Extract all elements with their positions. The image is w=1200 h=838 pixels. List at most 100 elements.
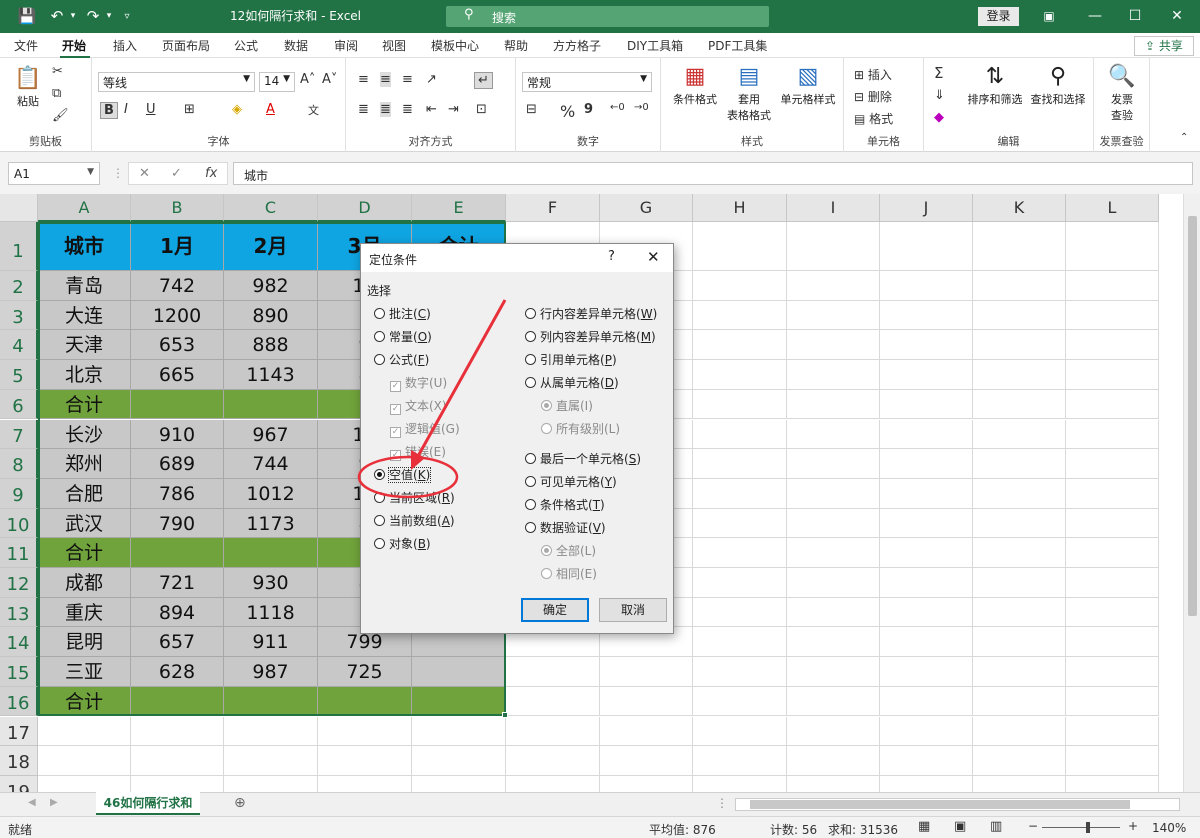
table-cell[interactable]: 930 (224, 568, 318, 598)
table-cell[interactable] (880, 538, 973, 568)
table-cell[interactable] (131, 538, 224, 568)
column-header-d[interactable]: D (318, 194, 412, 222)
clear-icon[interactable]: ◆ (934, 110, 944, 125)
table-cell[interactable]: 987 (224, 657, 318, 687)
table-cell[interactable] (787, 360, 880, 390)
maximize-icon[interactable]: ☐ (1112, 0, 1158, 33)
table-cell[interactable] (693, 389, 787, 420)
table-cell[interactable] (880, 271, 973, 301)
table-header-cell[interactable] (1066, 222, 1159, 271)
table-cell[interactable] (787, 389, 880, 420)
table-cell[interactable] (973, 716, 1066, 747)
align-middle-icon[interactable]: ≡ (380, 72, 391, 87)
table-cell[interactable] (880, 419, 973, 450)
table-cell[interactable] (973, 597, 1066, 628)
table-cell[interactable]: 982 (224, 271, 318, 301)
table-cell[interactable] (600, 657, 693, 687)
comma-style-icon[interactable]: 9 (584, 102, 593, 117)
table-cell[interactable]: 合计 (38, 389, 131, 420)
radio-option[interactable]: 批注(C) (374, 306, 431, 323)
table-cell[interactable] (880, 478, 973, 509)
table-cell[interactable]: 青岛 (38, 271, 131, 301)
align-bottom-icon[interactable]: ≡ (402, 72, 413, 87)
table-cell[interactable] (693, 300, 787, 331)
save-icon[interactable]: 💾 (14, 0, 40, 33)
table-cell[interactable] (880, 627, 973, 658)
row-header-18[interactable]: 18 (0, 746, 38, 776)
delete-cells-button[interactable]: ⊟ 删除 (854, 88, 892, 105)
table-cell[interactable] (600, 746, 693, 776)
table-cell[interactable]: 合肥 (38, 478, 131, 509)
zoom-in-icon[interactable]: + (1128, 819, 1138, 833)
table-cell[interactable] (880, 508, 973, 539)
table-cell[interactable]: 天津 (38, 330, 131, 361)
table-cell[interactable]: 昆明 (38, 627, 131, 658)
customize-quick-access-icon[interactable]: ▿ (114, 0, 140, 33)
row-header-7[interactable]: 7 (0, 419, 38, 450)
table-cell[interactable] (693, 330, 787, 361)
row-header-16[interactable]: 16 (0, 686, 38, 717)
table-cell[interactable]: 长沙 (38, 419, 131, 450)
bold-icon[interactable]: B (100, 102, 118, 119)
table-cell[interactable] (1066, 360, 1159, 390)
table-cell[interactable] (1066, 716, 1159, 747)
table-cell[interactable] (973, 538, 1066, 568)
table-cell[interactable] (1066, 597, 1159, 628)
table-cell[interactable] (1066, 300, 1159, 331)
drag-handle-icon[interactable]: ⋮ (716, 796, 728, 810)
percent-icon[interactable]: % (560, 102, 575, 121)
table-cell[interactable] (1066, 449, 1159, 479)
radio-option[interactable]: 引用单元格(P) (525, 352, 617, 369)
table-cell[interactable]: 北京 (38, 360, 131, 390)
table-cell[interactable]: 郑州 (38, 449, 131, 479)
table-cell[interactable] (693, 568, 787, 598)
table-cell[interactable] (787, 449, 880, 479)
table-cell[interactable] (1066, 538, 1159, 568)
horizontal-scrollbar[interactable] (735, 798, 1180, 811)
table-cell[interactable] (600, 775, 693, 792)
row-header-5[interactable]: 5 (0, 360, 38, 390)
table-header-cell[interactable]: 1月 (131, 222, 224, 271)
row-header-10[interactable]: 10 (0, 508, 38, 539)
table-cell[interactable]: 665 (131, 360, 224, 390)
table-cell[interactable] (1066, 568, 1159, 598)
table-cell[interactable] (318, 716, 412, 747)
conditional-format-button[interactable]: ▦ 条件格式 (667, 64, 723, 107)
table-cell[interactable] (787, 300, 880, 331)
table-cell[interactable] (600, 686, 693, 717)
radio-option[interactable]: 从属单元格(D) (525, 375, 619, 392)
paste-button[interactable]: 📋 粘贴 (12, 66, 44, 109)
table-cell[interactable] (973, 746, 1066, 776)
row-header-8[interactable]: 8 (0, 449, 38, 479)
table-cell[interactable]: 786 (131, 478, 224, 509)
table-cell[interactable] (880, 568, 973, 598)
next-sheet-icon[interactable]: ▶ (50, 797, 58, 808)
table-cell[interactable] (693, 627, 787, 658)
table-header-cell[interactable]: 城市 (38, 222, 131, 271)
table-cell[interactable]: 725 (318, 657, 412, 687)
table-cell[interactable] (412, 686, 506, 717)
table-cell[interactable] (693, 775, 787, 792)
number-format-select[interactable]: 常规 ▼ (522, 72, 652, 92)
table-cell[interactable] (38, 746, 131, 776)
increase-decimal-icon[interactable]: ←0 (610, 102, 625, 113)
table-cell[interactable] (318, 686, 412, 717)
decrease-indent-icon[interactable]: ⇤ (426, 102, 437, 117)
table-cell[interactable] (1066, 746, 1159, 776)
table-cell[interactable] (1066, 775, 1159, 792)
table-cell[interactable] (506, 657, 600, 687)
row-header-1[interactable]: 1 (0, 222, 38, 271)
table-cell[interactable]: 742 (131, 271, 224, 301)
table-cell[interactable] (973, 419, 1066, 450)
table-cell[interactable] (1066, 508, 1159, 539)
table-cell[interactable] (1066, 627, 1159, 658)
table-cell[interactable] (693, 449, 787, 479)
column-header-e[interactable]: E (412, 194, 506, 222)
table-cell[interactable] (787, 478, 880, 509)
align-top-icon[interactable]: ≡ (358, 72, 369, 87)
select-all-corner[interactable] (0, 194, 38, 222)
tab-home[interactable]: 开始 (62, 37, 86, 54)
table-cell[interactable]: 合计 (38, 538, 131, 568)
table-cell[interactable] (600, 716, 693, 747)
radio-option[interactable]: 当前数组(A) (374, 513, 455, 530)
